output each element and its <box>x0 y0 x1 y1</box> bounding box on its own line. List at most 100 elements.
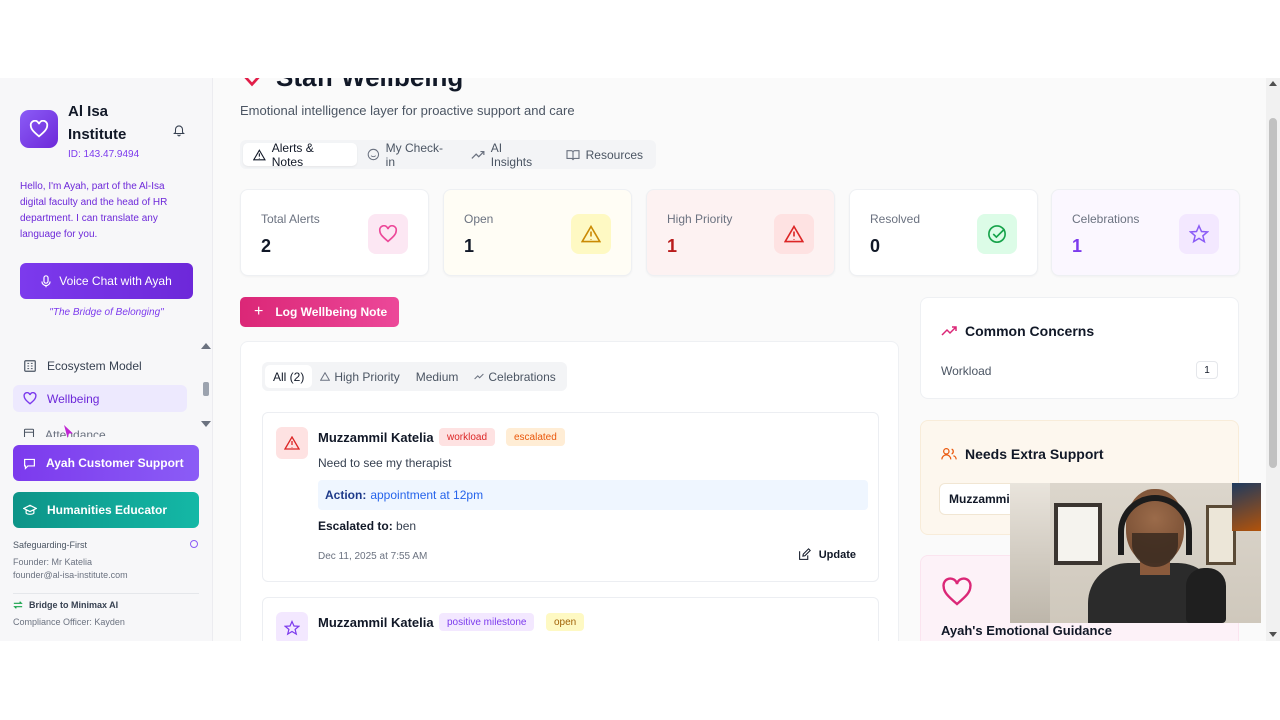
concern-count: 1 <box>1196 361 1218 379</box>
stat-label: Resolved <box>870 212 921 226</box>
swap-icon <box>13 601 23 609</box>
stat-value: 1 <box>1072 236 1083 256</box>
status-indicator-icon <box>190 540 198 548</box>
stat-card-total-alerts: Total Alerts 2 <box>240 189 429 276</box>
edit-icon <box>798 548 811 560</box>
tab-label: My Check-in <box>385 140 443 169</box>
stat-value: 2 <box>261 236 272 256</box>
trend-up-icon <box>471 150 485 159</box>
star-icon <box>284 620 300 636</box>
bridge-label: Bridge to Minimax AI <box>29 600 119 610</box>
chat-icon <box>24 458 35 470</box>
customer-support-label: Ayah Customer Support <box>46 456 184 470</box>
alert-triangle-icon <box>320 372 331 381</box>
log-wellbeing-note-button[interactable]: + Log Wellbeing Note <box>240 297 399 327</box>
note-icon-box <box>276 612 308 641</box>
tab-resources[interactable]: Resources <box>556 143 653 166</box>
heart-icon <box>23 392 37 405</box>
sidebar-item-attendance[interactable]: Attendance <box>13 425 187 437</box>
stat-icon-box <box>774 214 814 254</box>
alert-triangle-icon <box>253 148 266 160</box>
tab-ai-insights[interactable]: AI Insights <box>461 141 556 169</box>
scrollbar-thumb[interactable] <box>1269 118 1277 468</box>
filter-medium[interactable]: Medium <box>408 365 467 388</box>
heart-icon <box>942 577 972 606</box>
nav-scroll-down-icon[interactable] <box>201 421 211 427</box>
nav-scroll-up-icon[interactable] <box>201 343 211 349</box>
check-circle-icon <box>988 225 1006 243</box>
category-badge: positive milestone <box>439 613 535 631</box>
brand-name: Al Isa Institute <box>68 103 127 143</box>
humanities-educator-button[interactable]: Humanities Educator <box>13 492 199 528</box>
trend-up-icon <box>474 373 485 380</box>
card-title: Ayah's Emotional Guidance <box>941 623 1112 638</box>
nav-scrollbar-thumb[interactable] <box>203 382 209 396</box>
sidebar-item-ecosystem[interactable]: Ecosystem Model <box>13 352 187 379</box>
heart-icon <box>29 120 49 138</box>
safeguarding-label: Safeguarding-First <box>13 540 88 550</box>
tab-alerts-notes[interactable]: Alerts & Notes <box>243 140 357 169</box>
update-label: Update <box>818 548 856 561</box>
scroll-up-icon[interactable] <box>1269 81 1277 86</box>
heart-icon <box>378 225 398 243</box>
sidebar-item-label: Attendance <box>45 428 106 437</box>
bell-icon[interactable] <box>172 123 186 137</box>
top-blank-area <box>0 0 1280 78</box>
filter-all[interactable]: All (2) <box>265 365 313 388</box>
founder-email: founder@al-isa-institute.com <box>13 570 128 580</box>
filter-bar: All (2) High Priority Medium Celebration… <box>262 362 567 391</box>
webcam-frame <box>1054 503 1102 565</box>
users-icon <box>941 448 957 460</box>
filter-celebrations[interactable]: Celebrations <box>466 365 563 388</box>
tab-bar: Alerts & Notes My Check-in AI Insights R… <box>240 140 656 169</box>
note-author: Muzzammil Katelia <box>318 615 434 630</box>
bridge-link[interactable]: Bridge to Minimax AI <box>13 600 118 610</box>
voice-chat-button[interactable]: Voice Chat with Ayah <box>20 263 193 299</box>
book-icon <box>566 149 580 160</box>
stat-label: Total Alerts <box>261 212 320 226</box>
filter-label: High Priority <box>334 369 400 384</box>
brand-id: ID: 143.47.9494 <box>68 149 140 160</box>
stat-icon-box <box>571 214 611 254</box>
scroll-down-icon[interactable] <box>1269 632 1277 637</box>
founder-info: Founder: Mr Katelia founder@al-isa-insti… <box>13 556 128 582</box>
alert-triangle-icon <box>581 225 601 243</box>
log-wellbeing-note-label: Log Wellbeing Note <box>275 305 388 319</box>
filter-high-priority[interactable]: High Priority <box>312 365 407 388</box>
plus-icon: + <box>254 303 264 320</box>
stat-icon-box <box>1179 214 1219 254</box>
star-icon <box>1189 224 1209 244</box>
bottom-blank-area <box>0 641 1280 720</box>
stat-card-high-priority: High Priority 1 <box>646 189 835 276</box>
escalated-to: Escalated to: ben <box>318 519 416 533</box>
sidebar-item-label: Ecosystem Model <box>47 358 142 373</box>
founder-name: Founder: Mr Katelia <box>13 557 93 567</box>
alert-triangle-icon <box>284 436 300 450</box>
customer-support-button[interactable]: Ayah Customer Support <box>13 445 199 481</box>
sidebar-item-wellbeing[interactable]: Wellbeing <box>13 385 187 412</box>
webcam-overlay <box>1010 483 1261 623</box>
brand-logo <box>20 110 58 148</box>
category-badge: workload <box>439 428 496 446</box>
microphone-icon <box>41 274 51 287</box>
voice-chat-label: Voice Chat with Ayah <box>59 274 172 288</box>
tab-my-check-in[interactable]: My Check-in <box>357 140 461 169</box>
card-title: Common Concerns <box>965 323 1095 339</box>
assistant-intro: Hello, I'm Ayah, part of the Al-Isa digi… <box>20 181 168 240</box>
tab-label: Alerts & Notes <box>271 140 314 169</box>
filter-label: Medium <box>415 369 459 384</box>
card-title: Needs Extra Support <box>965 446 1104 462</box>
stat-label: Celebrations <box>1072 212 1140 226</box>
stat-label: Open <box>464 212 494 226</box>
concern-label: Workload <box>941 364 992 378</box>
stat-card-celebrations: Celebrations 1 <box>1051 189 1240 276</box>
note-icon-box <box>276 427 308 459</box>
page-subtitle: Emotional intelligence layer for proacti… <box>240 103 575 118</box>
webcam-poster <box>1232 483 1261 531</box>
update-button[interactable]: Update <box>798 548 856 561</box>
common-concerns-title: Common Concerns <box>941 323 1094 339</box>
page-scrollbar[interactable] <box>1266 78 1280 641</box>
needs-extra-support-title: Needs Extra Support <box>941 446 1103 462</box>
wellbeing-note-card: Muzzammil Katelia positive milestone ope… <box>262 597 879 641</box>
note-author: Muzzammil Katelia <box>318 430 434 445</box>
